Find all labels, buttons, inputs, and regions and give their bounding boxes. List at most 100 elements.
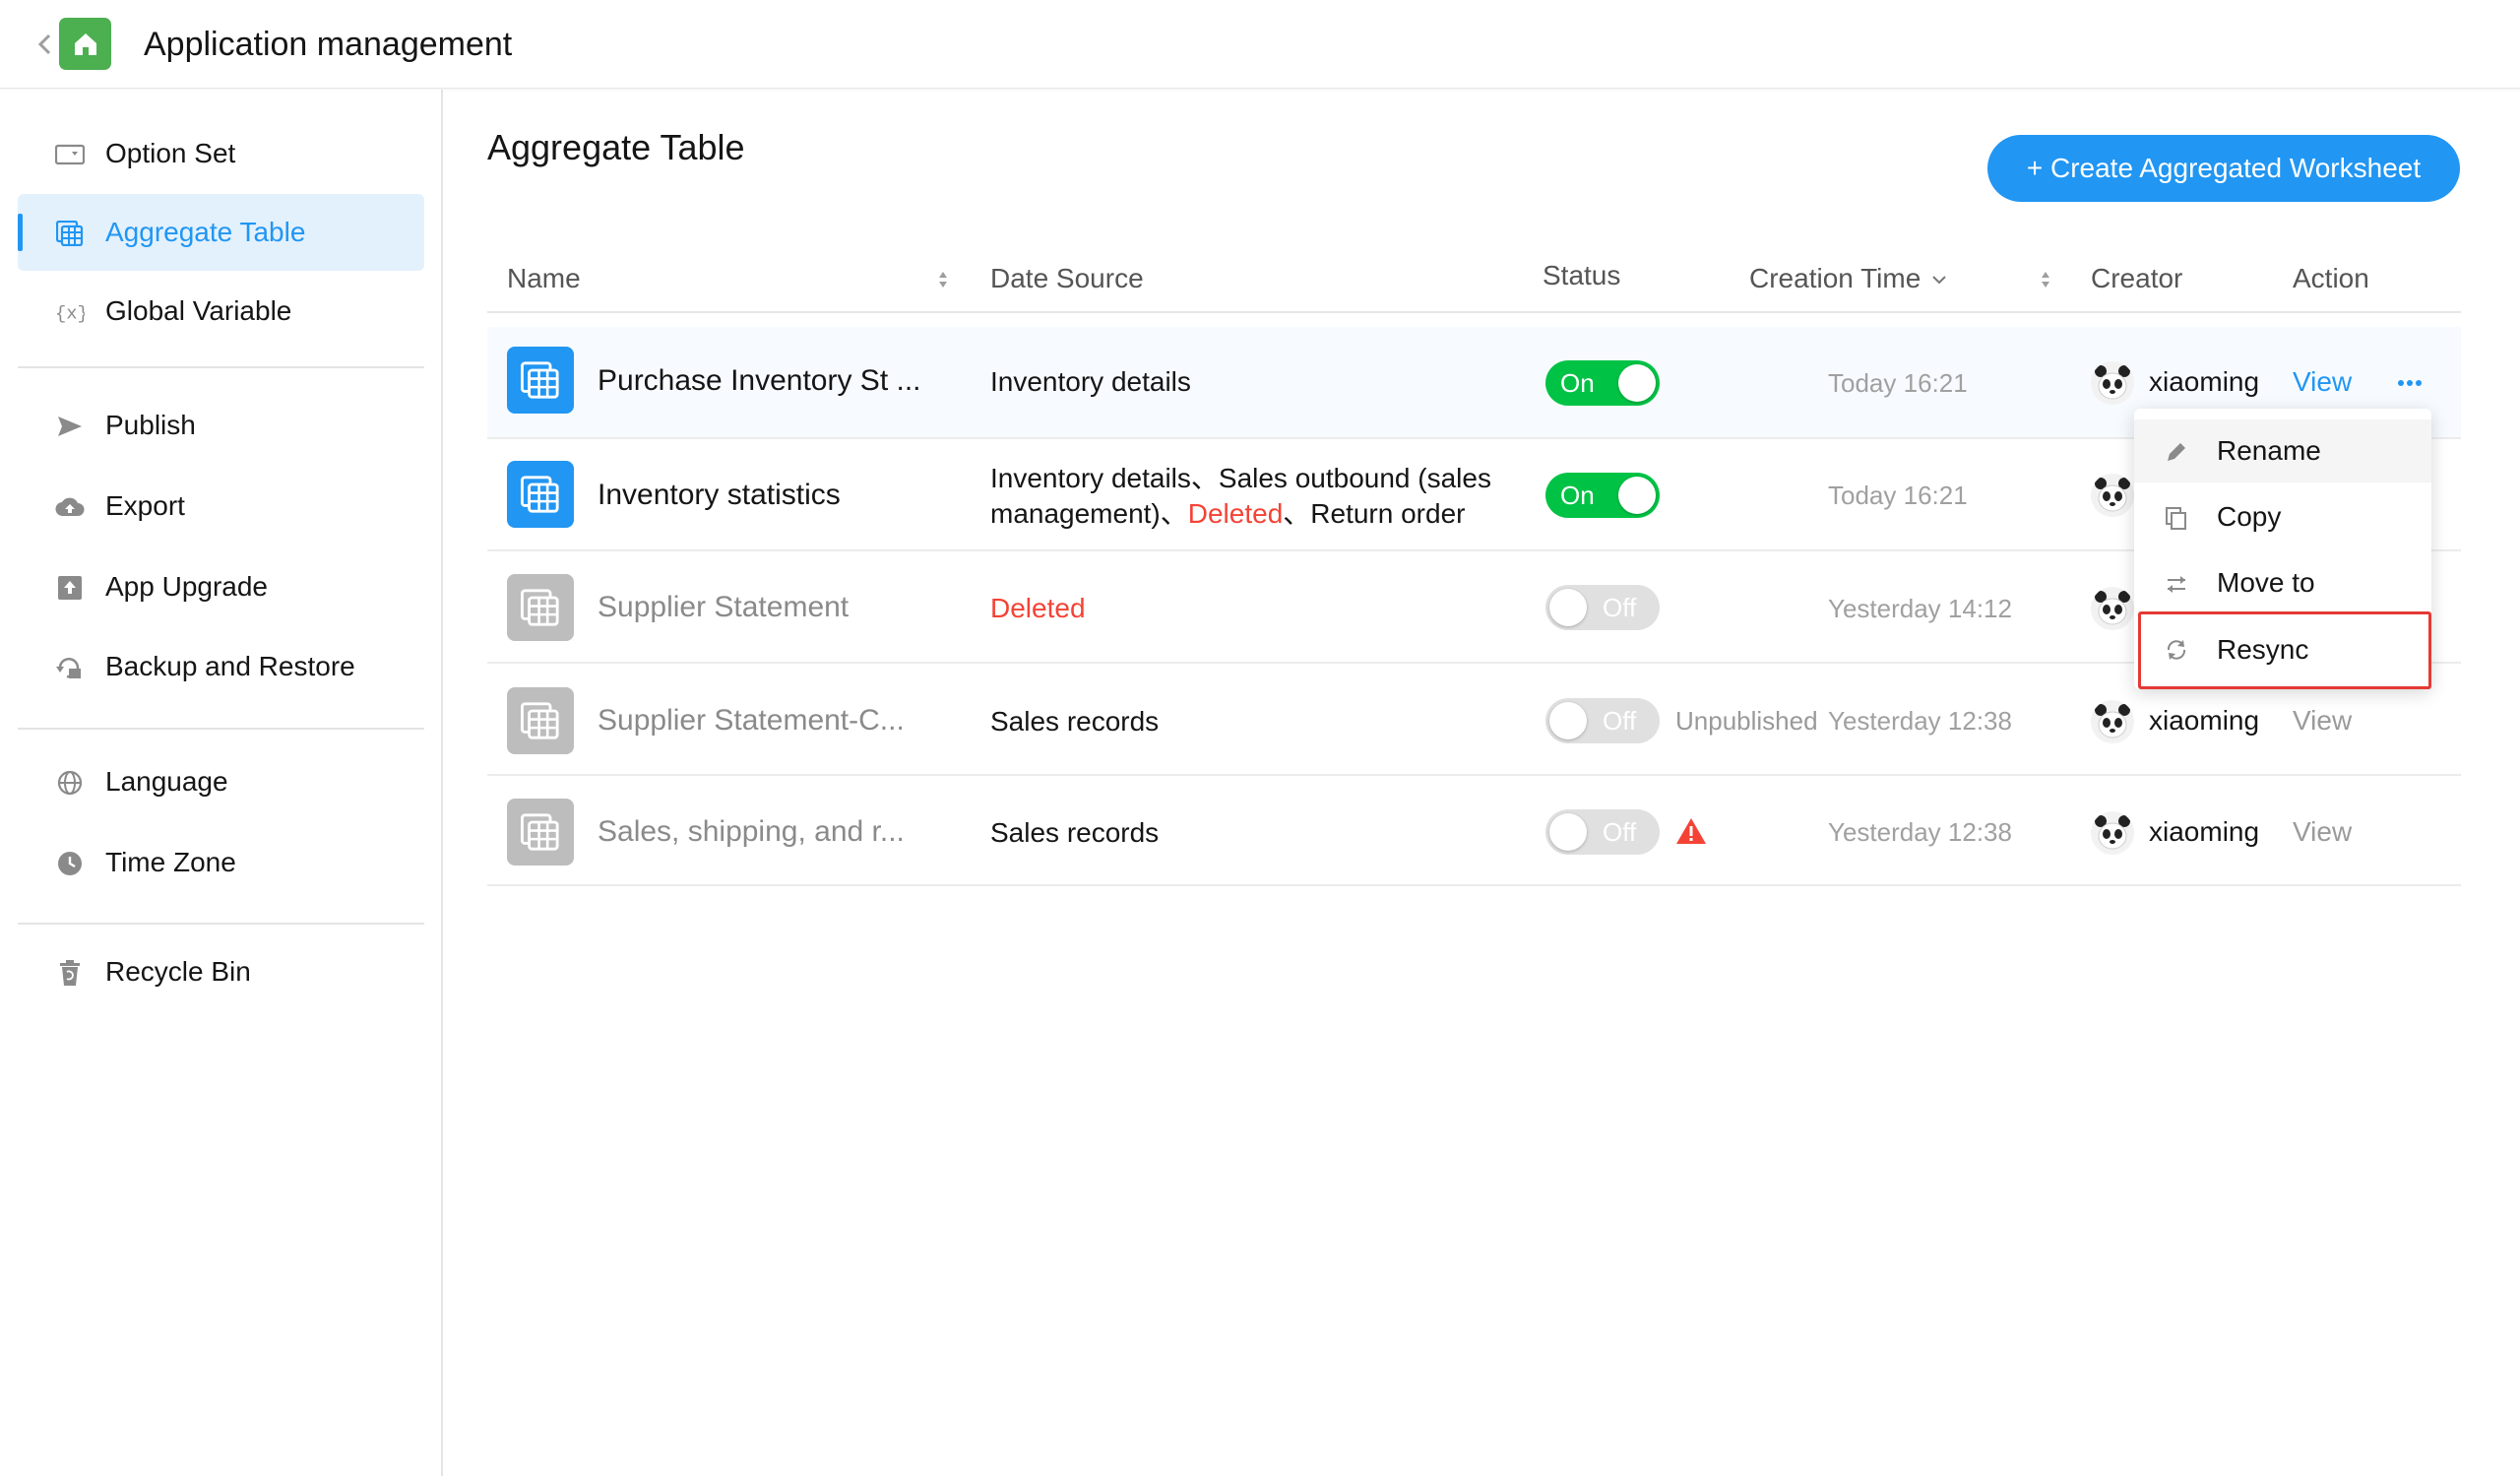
sidebar-divider — [18, 728, 424, 730]
toggle-knob — [1618, 477, 1656, 514]
option-set-icon — [55, 142, 85, 167]
aggregate-table-icon — [507, 461, 574, 528]
view-link[interactable]: View — [2293, 704, 2352, 738]
creator-name: xiaoming — [2149, 705, 2260, 736]
sidebar-item-app-upgrade[interactable]: App Upgrade — [18, 548, 424, 625]
avatar — [2091, 700, 2134, 743]
page-header-title: Application management — [144, 26, 513, 63]
column-header-source: Date Source — [990, 263, 1144, 293]
sidebar-item-aggregate-table[interactable]: Aggregate Table — [18, 194, 424, 271]
svg-text:{x}: {x} — [55, 303, 85, 325]
aggregate-table-icon — [507, 347, 574, 414]
copy-icon — [2166, 507, 2186, 530]
sidebar-item-label: Backup and Restore — [105, 651, 355, 681]
view-link[interactable]: View — [2293, 815, 2352, 849]
row-name[interactable]: Supplier Statement — [598, 590, 849, 625]
table-row[interactable]: Sales, shipping, and r... Sales records … — [487, 776, 2461, 886]
row-source: Inventory details — [990, 366, 1191, 397]
sidebar-item-global-variable[interactable]: {x} Global Variable — [18, 273, 424, 350]
sidebar-item-language[interactable]: Language — [18, 743, 424, 820]
creation-time: Today 16:21 — [1828, 481, 1968, 510]
avatar — [2091, 474, 2134, 517]
back-chevron-icon[interactable] — [30, 30, 59, 59]
menu-item-copy[interactable]: Copy — [2134, 485, 2431, 548]
column-header-name[interactable]: Name — [507, 262, 581, 295]
send-icon — [55, 414, 85, 439]
row-source: Sales records — [990, 706, 1160, 737]
chevron-down-icon[interactable] — [1930, 273, 1948, 287]
creation-time: Yesterday 12:38 — [1828, 706, 2012, 736]
sidebar: Option Set Aggregate Table {x} Global Va… — [0, 90, 443, 1476]
row-source: Deleted — [990, 593, 1086, 623]
menu-item-label: Copy — [2217, 501, 2282, 532]
sort-icon[interactable] — [2038, 268, 2053, 291]
aggregate-table-icon — [55, 221, 85, 246]
status-toggle[interactable]: Off — [1545, 698, 1660, 743]
toggle-knob — [1549, 813, 1587, 851]
cloud-export-icon — [55, 494, 85, 520]
row-name[interactable]: Purchase Inventory St ... — [598, 363, 921, 399]
toggle-label: On — [1560, 481, 1595, 510]
globe-icon — [55, 770, 85, 796]
column-header-status: Status — [1543, 260, 1621, 290]
status-toggle[interactable]: On — [1545, 473, 1660, 518]
source-text: 、Return order — [1283, 498, 1466, 529]
deleted-source-text: Deleted — [1187, 498, 1284, 529]
sidebar-divider — [18, 923, 424, 925]
sidebar-item-publish[interactable]: Publish — [18, 387, 424, 464]
sidebar-item-label: App Upgrade — [105, 571, 269, 602]
sidebar-item-export[interactable]: Export — [18, 468, 424, 545]
toggle-label: Off — [1603, 593, 1637, 622]
sidebar-item-label: Global Variable — [105, 295, 292, 326]
variable-icon: {x} — [55, 299, 85, 325]
aggregate-table-icon — [507, 574, 574, 641]
row-source: Sales records — [990, 817, 1160, 848]
sidebar-item-label: Language — [105, 766, 228, 797]
creator-name: xiaoming — [2149, 366, 2260, 397]
move-arrows-icon — [2168, 576, 2185, 593]
avatar — [2091, 811, 2134, 855]
trash-icon — [55, 960, 85, 986]
toggle-label: Off — [1603, 817, 1637, 847]
sidebar-divider — [18, 366, 424, 368]
toggle-knob — [1549, 589, 1587, 626]
home-icon — [74, 32, 96, 55]
status-toggle[interactable]: Off — [1545, 809, 1660, 855]
menu-item-resync[interactable]: Resync — [2138, 611, 2431, 689]
menu-item-label: Move to — [2217, 567, 2315, 598]
more-options-icon[interactable] — [2392, 365, 2427, 401]
sidebar-item-time-zone[interactable]: Time Zone — [18, 824, 424, 901]
pencil-icon — [2168, 443, 2185, 461]
column-header-creation-time[interactable]: Creation Time — [1749, 262, 1921, 295]
row-name[interactable]: Supplier Statement-C... — [598, 703, 905, 738]
menu-item-move-to[interactable]: Move to — [2134, 551, 2431, 614]
upgrade-icon — [55, 575, 85, 601]
view-link[interactable]: View — [2293, 365, 2352, 399]
sort-icon[interactable] — [935, 268, 951, 291]
toggle-label: Off — [1603, 706, 1637, 736]
sidebar-item-label: Aggregate Table — [105, 217, 306, 247]
menu-item-rename[interactable]: Rename — [2134, 419, 2431, 482]
sidebar-item-label: Option Set — [105, 138, 236, 168]
row-source: Inventory details、Sales outbound (sales … — [990, 461, 1502, 532]
create-aggregated-worksheet-button[interactable]: + Create Aggregated Worksheet — [1987, 135, 2460, 202]
row-name[interactable]: Inventory statistics — [598, 478, 841, 513]
creation-time: Yesterday 14:12 — [1828, 594, 2012, 623]
sidebar-item-option-set[interactable]: Option Set — [18, 115, 424, 192]
creation-time: Today 16:21 — [1828, 368, 1968, 398]
top-header: Application management — [0, 0, 2520, 89]
sidebar-item-backup-restore[interactable]: Backup and Restore — [18, 628, 424, 705]
app-logo[interactable] — [59, 18, 111, 70]
status-toggle[interactable]: Off — [1545, 585, 1660, 630]
sync-icon — [2167, 640, 2186, 660]
sidebar-item-recycle-bin[interactable]: Recycle Bin — [18, 933, 424, 1010]
sidebar-item-label: Time Zone — [105, 847, 236, 877]
menu-item-label: Rename — [2217, 435, 2321, 466]
status-toggle[interactable]: On — [1545, 360, 1660, 406]
sidebar-item-label: Recycle Bin — [105, 956, 251, 987]
aggregate-table-icon — [507, 687, 574, 754]
warning-icon[interactable] — [1675, 816, 1707, 846]
sidebar-item-label: Publish — [105, 410, 196, 440]
clock-icon — [55, 851, 85, 876]
row-name[interactable]: Sales, shipping, and r... — [598, 814, 905, 850]
